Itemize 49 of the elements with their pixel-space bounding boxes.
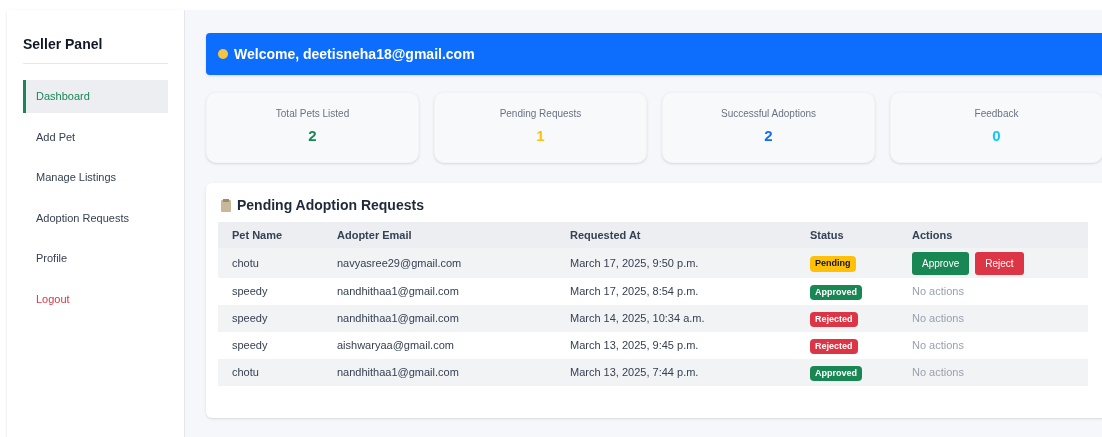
no-actions-text: No actions [912, 339, 964, 352]
sidebar-title: Seller Panel [23, 34, 168, 64]
stat-value: 1 [536, 126, 545, 146]
table-cell: speedy [218, 278, 323, 305]
table-cell: March 13, 2025, 9:45 p.m. [556, 332, 796, 359]
table-cell: aishwaryaa@gmail.com [323, 332, 556, 359]
stat-value: 2 [308, 126, 317, 146]
column-header: Adopter Email [323, 222, 556, 248]
sidebar-item[interactable]: Profile [23, 242, 168, 275]
table-cell: speedy [218, 332, 323, 359]
status-badge: Pending [810, 256, 856, 272]
stat-label: Successful Adoptions [720, 107, 817, 121]
stat-label: Total Pets Listed [275, 107, 350, 121]
section-title: Pending Adoption Requests [237, 196, 424, 215]
approve-button[interactable]: Approve [912, 251, 970, 275]
stat-label: Feedback [974, 107, 1019, 121]
table-cell: March 14, 2025, 10:34 a.m. [556, 305, 796, 332]
stat-value: 0 [992, 126, 1001, 146]
no-actions-text: No actions [912, 366, 964, 379]
sidebar-item[interactable]: Add Pet [23, 120, 168, 153]
stat-value: 2 [764, 126, 773, 146]
sidebar-item[interactable]: Logout [23, 282, 168, 315]
table-cell: nandhithaa1@gmail.com [323, 278, 556, 305]
table-cell: March 17, 2025, 8:54 p.m. [556, 278, 796, 305]
table-cell: March 13, 2025, 7:44 p.m. [556, 359, 796, 386]
no-actions-text: No actions [912, 312, 964, 325]
stat-label: Pending Requests [499, 107, 582, 121]
column-header: Pet Name [218, 222, 323, 248]
clipboard-icon [221, 199, 231, 212]
table-cell: nandhithaa1@gmail.com [323, 305, 556, 332]
column-header: Actions [898, 222, 1088, 248]
status-badge: Approved [810, 365, 862, 382]
status-badge: Rejected [810, 338, 858, 355]
table-cell: chotu [218, 359, 323, 386]
column-header: Requested At [556, 222, 796, 248]
reject-button[interactable]: Reject [975, 251, 1024, 275]
table-cell: navyasree29@gmail.com [323, 248, 556, 278]
sidebar-item[interactable]: Manage Listings [23, 161, 168, 194]
table-cell: nandhithaa1@gmail.com [323, 359, 556, 386]
table-cell: chotu [218, 248, 323, 278]
status-badge: Rejected [810, 311, 858, 328]
welcome-text: Welcome, deetisneha18@gmail.com [234, 44, 475, 64]
no-actions-text: No actions [912, 285, 964, 298]
sidebar-item[interactable]: Adoption Requests [23, 201, 168, 234]
column-header: Status [796, 222, 898, 248]
table-cell: March 17, 2025, 9:50 p.m. [556, 248, 796, 278]
table-cell: speedy [218, 305, 323, 332]
status-badge: Approved [810, 284, 862, 301]
sidebar-item[interactable]: Dashboard [23, 80, 168, 113]
